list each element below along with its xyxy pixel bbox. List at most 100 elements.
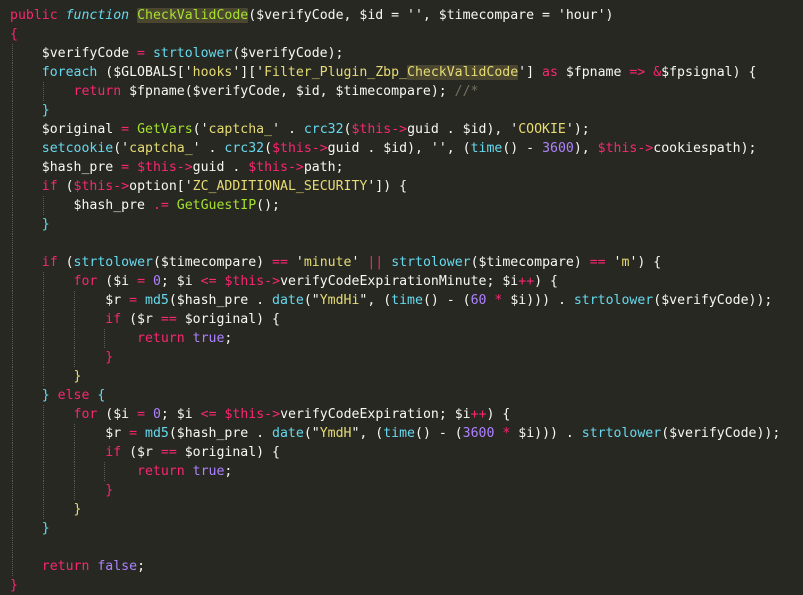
code-token: $i))) . xyxy=(510,426,582,441)
code-token: hooks xyxy=(192,65,233,80)
code-token: 3600 xyxy=(542,141,574,156)
code-line[interactable]: } xyxy=(10,215,50,234)
code-line[interactable]: foreach ($GLOBALS['hooks']['Filter_Plugi… xyxy=(10,63,756,82)
code-token: { xyxy=(97,388,106,403)
code-line[interactable]: return true; xyxy=(10,462,232,481)
code-line[interactable]: } else { xyxy=(10,386,106,405)
code-token: if xyxy=(105,445,122,460)
code-line[interactable]: $hash_pre = $this->guid . $this->path; xyxy=(10,158,344,177)
code-line[interactable]: } xyxy=(10,101,50,120)
code-token: ($timecompare) xyxy=(470,255,590,270)
code-token: } xyxy=(41,388,50,403)
code-token: -> xyxy=(264,274,281,289)
code-line[interactable]: { xyxy=(10,25,18,44)
code-line[interactable]: } xyxy=(10,481,113,500)
code-token: //* xyxy=(454,84,479,99)
code-token: $r xyxy=(105,426,122,441)
code-line[interactable]: for ($i = 0; $i <= $this->verifyCodeExpi… xyxy=(10,405,511,424)
code-token: $original) { xyxy=(176,312,280,327)
code-token: time xyxy=(470,141,503,156)
code-token: ; xyxy=(224,464,233,479)
code-line[interactable]: if ($r == $original) { xyxy=(10,443,280,462)
code-token: <= xyxy=(200,274,217,289)
code-token: option[' xyxy=(129,179,193,194)
code-token: if xyxy=(41,255,58,270)
code-token: => xyxy=(629,65,646,80)
code-line[interactable]: } xyxy=(10,576,18,595)
code-line[interactable]: } xyxy=(10,367,82,386)
code-token: ' . xyxy=(192,141,225,156)
code-token: date xyxy=(272,293,304,308)
code-line[interactable]: } xyxy=(10,348,113,367)
code-line[interactable]: $verifyCode = strtolower($verifyCode); xyxy=(10,44,344,63)
code-token: false xyxy=(97,559,138,574)
code-line[interactable]: } xyxy=(10,519,50,538)
code-token: 0 xyxy=(152,274,161,289)
code-line[interactable]: $original = GetVars('captcha_' . crc32($… xyxy=(10,120,590,139)
code-token: 3600 xyxy=(462,426,495,441)
code-token: (' xyxy=(192,122,209,137)
code-token: $this xyxy=(137,160,177,175)
code-token: ($i xyxy=(97,274,138,289)
code-line[interactable]: public function CheckValidCode($verifyCo… xyxy=(10,6,613,25)
code-token: crc32 xyxy=(303,122,344,137)
code-token: = xyxy=(129,46,153,61)
code-token: strtolower xyxy=(73,255,153,270)
code-token: ' xyxy=(605,255,622,270)
code-token: 60 xyxy=(470,293,487,308)
code-token: $this xyxy=(73,179,114,194)
code-token: ", ( xyxy=(351,426,384,441)
code-token: -> xyxy=(391,122,408,137)
code-token: } xyxy=(105,483,114,498)
code-token: -> xyxy=(264,407,281,422)
code-line[interactable]: $hash_pre .= GetGuestIP(); xyxy=(10,196,280,215)
code-line[interactable]: if (strtolower($timecompare) == 'minute'… xyxy=(10,253,661,272)
code-token: for xyxy=(73,274,98,289)
code-line[interactable]: if ($r == $original) { xyxy=(10,310,280,329)
code-token: (); xyxy=(256,198,280,213)
code-token: ($GLOBALS[' xyxy=(97,65,193,80)
code-token: return xyxy=(73,84,122,99)
code-token: path; xyxy=(303,160,344,175)
code-token: ( xyxy=(57,179,74,194)
code-token: time xyxy=(383,426,415,441)
code-token: ) { xyxy=(486,407,511,422)
code-token: } xyxy=(10,578,18,593)
code-line[interactable]: return $fpname($verifyCode, $id, $timeco… xyxy=(10,82,479,101)
indent-guide xyxy=(12,234,13,253)
code-token: $verifyCode xyxy=(41,46,130,61)
code-line[interactable]: setcookie('captcha_' . crc32($this->guid… xyxy=(10,139,757,158)
code-token: strtolower xyxy=(391,255,471,270)
code-line[interactable]: if ($this->option['ZC_ADDITIONAL_SECURIT… xyxy=(10,177,407,196)
code-line[interactable]: $r = md5($hash_pre . date("YmdHi", (time… xyxy=(10,291,772,310)
code-token: $hash_pre xyxy=(73,198,145,213)
code-token: true xyxy=(192,464,225,479)
code-token: -> xyxy=(113,179,130,194)
code-token: ($verifyCode, $id = '', $timecompare = '… xyxy=(248,8,614,23)
code-line[interactable]: $r = md5($hash_pre . date("YmdH", (time(… xyxy=(10,424,780,443)
code-line[interactable]: } xyxy=(10,500,82,519)
code-token: crc32 xyxy=(224,141,265,156)
code-token: if xyxy=(41,179,58,194)
code-token: -> xyxy=(637,141,654,156)
code-token: } xyxy=(73,369,82,384)
code-line[interactable]: for ($i = 0; $i <= $this->verifyCodeExpi… xyxy=(10,272,558,291)
code-line[interactable]: return false; xyxy=(10,557,145,576)
code-token: ($verifyCode); xyxy=(232,46,344,61)
code-editor[interactable]: public function CheckValidCode($verifyCo… xyxy=(0,0,803,593)
code-token: GetGuestIP xyxy=(176,198,257,213)
code-line[interactable]: return true; xyxy=(10,329,232,348)
